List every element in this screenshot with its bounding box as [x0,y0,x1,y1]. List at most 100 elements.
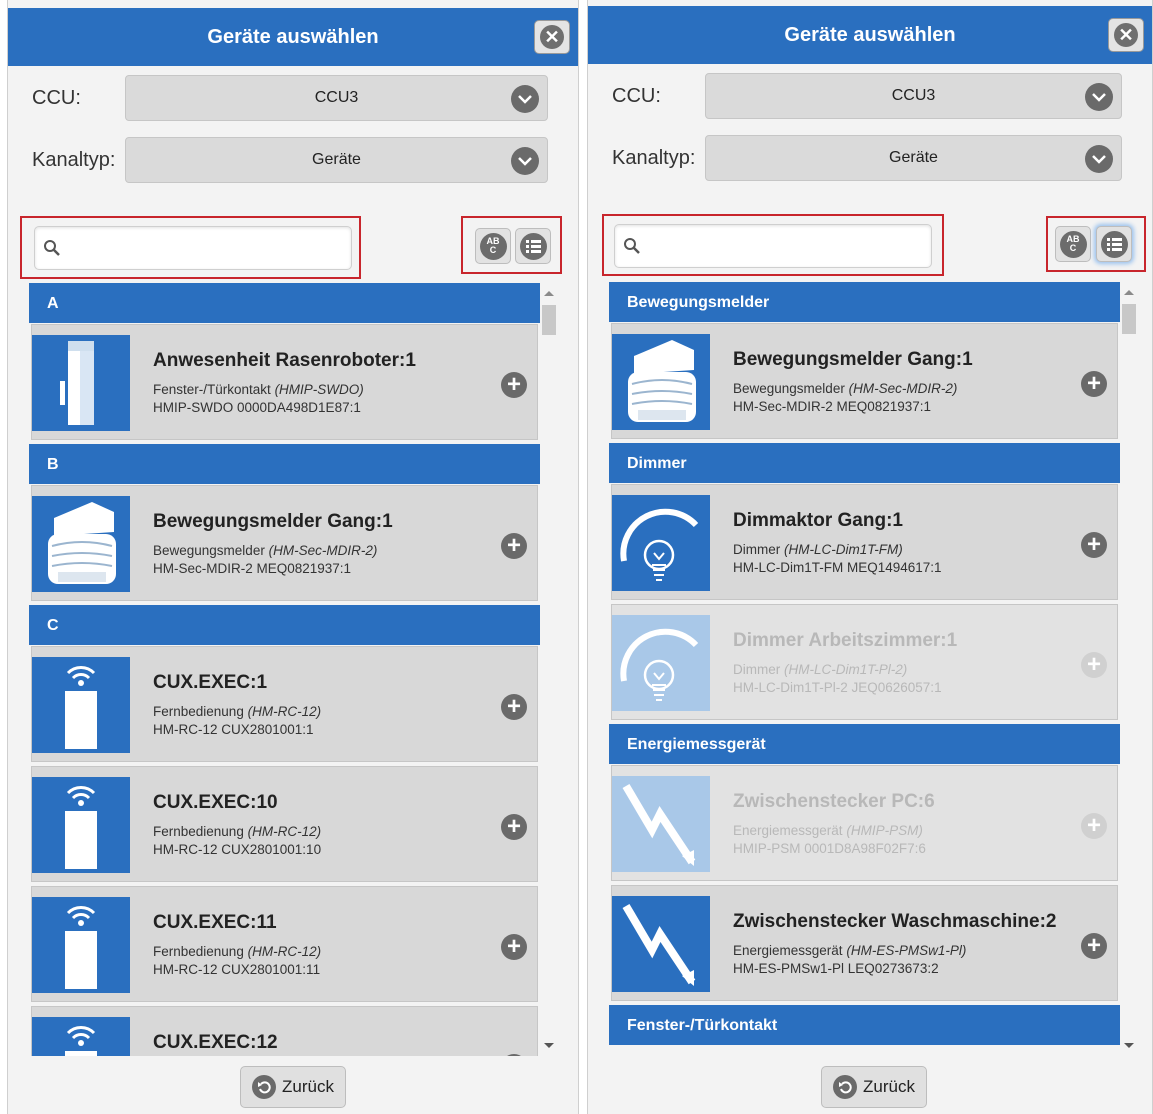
device-address: HM-Sec-MDIR-2 MEQ0821937:1 [153,561,352,576]
section-header: B [29,444,540,484]
add-device-icon[interactable]: + [1081,532,1107,558]
add-device-icon[interactable]: + [501,533,527,559]
device-list-item: Dimmer Arbeitszimmer:1 Dimmer (HM-LC-Dim1… [611,604,1118,720]
device-title: Zwischenstecker PC:6 [733,791,935,812]
ccu-select[interactable]: CCU3 [125,75,548,121]
device-title: Zwischenstecker Waschmaschine:2 [733,911,1057,932]
add-device-icon[interactable]: + [501,934,527,960]
device-model: (HM-Sec-MDIR-2) [848,381,958,396]
device-type: Dimmer [733,662,781,677]
add-device-icon[interactable]: + [501,372,527,398]
back-button[interactable]: Zurück [821,1066,927,1108]
close-button[interactable]: ✕ [1108,18,1144,52]
door-contact-icon [32,335,130,431]
device-type: Bewegungsmelder [153,543,265,558]
back-arrow-icon [252,1075,277,1099]
device-title: Dimmaktor Gang:1 [733,510,903,531]
search-icon [624,238,640,254]
section-header: C [29,605,540,645]
scroll-thumb[interactable] [542,305,556,335]
scroll-thumb[interactable] [1122,304,1136,334]
device-list-item[interactable]: Dimmaktor Gang:1 Dimmer (HM-LC-Dim1T-FM) H… [611,484,1118,600]
device-model: (HM-RC-12) [247,704,322,719]
energy-meter-icon [612,776,710,872]
device-list-item[interactable]: Zwischenstecker Waschmaschine:2 Energieme… [611,885,1118,1001]
ccu-value: CCU3 [314,89,359,106]
search-field[interactable] [614,224,932,268]
device-model: (HM-RC-12) [247,944,322,959]
add-device-icon[interactable]: + [1081,933,1107,959]
scroll-up-icon[interactable] [544,291,554,296]
device-meta: Bewegungsmelder (HM-Sec-MDIR-2) HM-Sec-MD… [733,380,957,416]
back-label: Zurück [863,1077,915,1096]
dialog-title: Geräte auswählen [207,25,379,48]
device-list-item[interactable]: CUX.EXEC:1 Fernbedienung (HM-RC-12) HM-RC-… [31,646,538,762]
device-title: Anwesenheit Rasenroboter:1 [153,350,416,371]
group-list-button[interactable] [515,228,551,264]
search-icon [44,240,60,256]
add-device-icon: + [1081,652,1107,678]
device-address: HM-RC-12 CUX2801001:10 [153,842,322,857]
device-address: HM-LC-Dim1T-FM MEQ1494617:1 [733,560,942,575]
device-type: Fenster-/Türkontakt [153,382,271,397]
device-meta: Bewegungsmelder (HM-Sec-MDIR-2) HM-Sec-MD… [153,542,377,578]
scroll-down-icon[interactable] [544,1043,554,1048]
device-list-item[interactable]: CUX.EXEC:12 + [31,1006,538,1056]
kanaltyp-row: Kanaltyp: Geräte [588,135,1152,181]
device-title: Dimmer Arbeitszimmer:1 [733,630,958,651]
add-device-icon[interactable]: + [501,694,527,720]
device-meta: Fernbedienung (HM-RC-12) HM-RC-12 CUX2801… [153,703,321,739]
kanaltyp-select[interactable]: Geräte [705,135,1122,181]
scrollbar[interactable] [540,283,558,1056]
back-button[interactable]: Zurück [240,1066,346,1108]
device-list-item[interactable]: Anwesenheit Rasenroboter:1 Fenster-/Türko… [31,324,538,440]
ccu-select[interactable]: CCU3 [705,73,1122,119]
group-list-button[interactable] [1096,226,1132,262]
device-address: HM-RC-12 CUX2801001:1 [153,722,314,737]
device-list-item[interactable]: Bewegungsmelder Gang:1 Bewegungsmelder (H… [31,485,538,601]
device-model: (HM-LC-Dim1T-FM) [784,542,903,557]
device-model: (HMIP-SWDO) [274,382,364,397]
device-list-item[interactable]: CUX.EXEC:10 Fernbedienung (HM-RC-12) HM-RC… [31,766,538,882]
sort-alphabetical-button[interactable]: AB C [1055,226,1091,262]
add-device-icon: + [1081,813,1107,839]
kanaltyp-select[interactable]: Geräte [125,137,548,183]
device-meta: Energiemessgerät (HMIP-PSM) HMIP-PSM 0001… [733,822,926,858]
kanaltyp-value: Geräte [889,149,938,166]
chevron-down-icon [1085,145,1113,173]
add-device-icon[interactable]: + [501,814,527,840]
device-list-item[interactable]: Bewegungsmelder Gang:1 Bewegungsmelder (H… [611,323,1118,439]
search-input[interactable] [647,233,923,259]
device-list-item: Zwischenstecker PC:6 Energiemessgerät (HM… [611,765,1118,881]
add-device-icon[interactable]: + [1081,371,1107,397]
section-header: Dimmer [609,443,1120,483]
scroll-up-icon[interactable] [1124,290,1134,295]
close-icon: ✕ [540,25,564,49]
device-model: (HM-RC-12) [247,824,322,839]
scroll-down-icon[interactable] [1124,1043,1134,1048]
device-meta: Fernbedienung (HM-RC-12) HM-RC-12 CUX2801… [153,943,321,979]
sort-alphabetical-button[interactable]: AB C [475,228,511,264]
device-model: (HM-Sec-MDIR-2) [268,543,378,558]
remote-control-icon [32,657,130,753]
add-device-icon[interactable]: + [501,1054,527,1056]
sort-abc-icon: AB C [486,236,500,255]
kanaltyp-value: Geräte [312,151,361,168]
device-select-dialog-left: Geräte auswählen ✕ CCU: CCU3 Kanaltyp: G… [7,0,579,1114]
section-header: Bewegungsmelder [609,282,1120,322]
search-input[interactable] [67,235,343,261]
scrollbar[interactable] [1120,282,1138,1056]
device-address: HM-RC-12 CUX2801001:11 [153,962,321,977]
device-address: HM-ES-PMSw1-Pl LEQ0273673:2 [733,961,939,976]
search-field[interactable] [34,226,352,270]
device-list-item[interactable]: CUX.EXEC:11 Fernbedienung (HM-RC-12) HM-RC… [31,886,538,1002]
device-select-dialog-right: Geräte auswählen ✕ CCU: CCU3 Kanaltyp: G… [587,0,1153,1114]
close-button[interactable]: ✕ [534,20,570,54]
device-type: Energiemessgerät [733,943,843,958]
close-icon: ✕ [1114,23,1138,47]
device-title: CUX.EXEC:10 [153,792,278,813]
device-list: A Anwesenheit Rasenroboter:1 Fenster-/Türk… [29,283,540,1056]
device-meta: Dimmer (HM-LC-Dim1T-Pl-2) HM-LC-Dim1T-Pl-… [733,661,942,697]
device-address: HMIP-PSM 0001D8A98F02F7:6 [733,841,926,856]
chevron-down-icon [511,147,539,175]
